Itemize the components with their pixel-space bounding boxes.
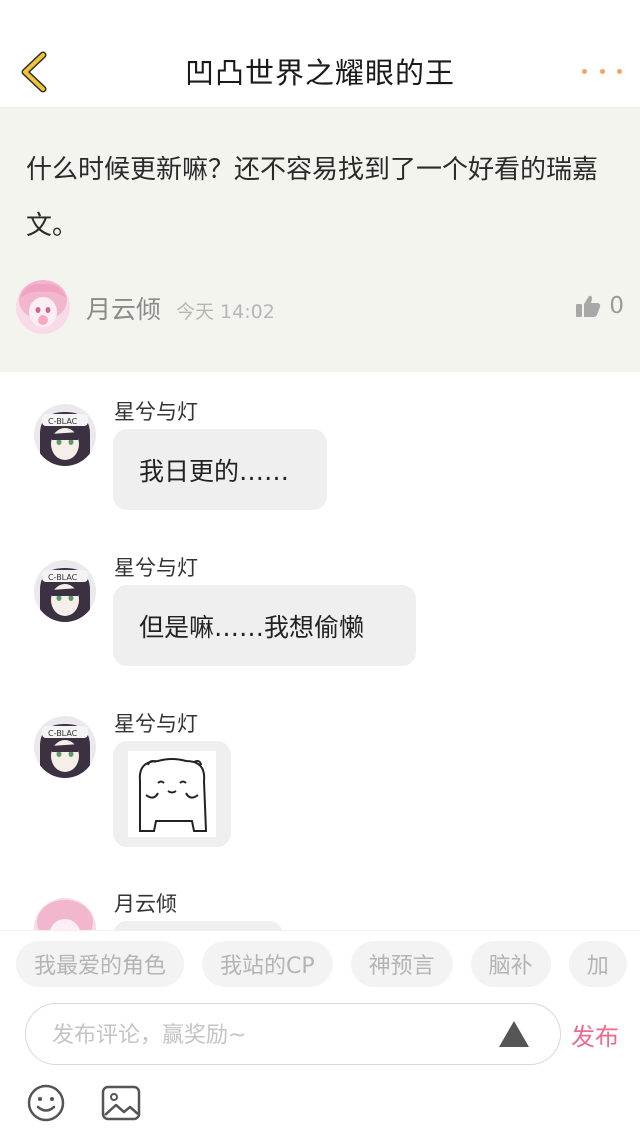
like-button[interactable]: 0: [575, 290, 624, 322]
topic-chip[interactable]: 神预言: [350, 941, 453, 987]
thumbs-up-icon: [576, 295, 601, 317]
avatar[interactable]: C-BLAC: [34, 404, 96, 466]
comment-input-box: [25, 1003, 561, 1065]
comment-input[interactable]: [52, 1018, 492, 1052]
avatar-pink-hair-icon: [16, 280, 70, 334]
comment-author-row: 月云倾 今天 14:02 0: [16, 280, 624, 336]
image-icon[interactable]: [101, 1085, 141, 1121]
message-bubble: 我日更的……: [113, 429, 327, 510]
triangle-send-icon[interactable]: [498, 1020, 530, 1048]
reply-author-name[interactable]: 星兮与灯: [114, 708, 198, 738]
page-title: 凹凸世界之耀眼的王: [184, 56, 455, 90]
reply-author-name[interactable]: 星兮与灯: [114, 396, 198, 426]
more-dots-icon: [582, 68, 587, 74]
sticker-message[interactable]: [113, 741, 231, 847]
top-bar: 凹凸世界之耀眼的王: [0, 0, 640, 108]
like-count: 0: [609, 293, 624, 319]
avatar[interactable]: C-BLAC: [34, 560, 96, 622]
avatar-dark-hair-icon: C-BLAC: [34, 560, 96, 622]
topic-chip[interactable]: 加: [568, 941, 627, 987]
svg-text:C-BLAC: C-BLAC: [48, 573, 78, 582]
publish-button[interactable]: 发布: [571, 1017, 619, 1052]
avatar-dark-hair-icon: C-BLAC: [34, 404, 96, 466]
topic-chip[interactable]: 脑补: [470, 941, 551, 987]
comment-author-name[interactable]: 月云倾: [86, 290, 161, 326]
reply-author-name[interactable]: 星兮与灯: [114, 552, 198, 582]
topic-chip[interactable]: 我最爱的角色: [16, 941, 185, 987]
comment-text: 什么时候更新嘛？还不容易找到了一个好看的瑞嘉文。: [26, 155, 599, 241]
svg-text:C-BLAC: C-BLAC: [48, 417, 78, 426]
reply-author-name[interactable]: 月云倾: [114, 888, 177, 918]
topic-chip[interactable]: 我站的CP: [202, 941, 333, 987]
avatar-dark-hair-icon: C-BLAC: [34, 716, 96, 778]
comment-composer: 我最爱的角色 我站的CP 神预言 脑补 加 发布: [0, 930, 640, 1139]
bear-sticker-icon: [128, 751, 216, 837]
avatar[interactable]: [16, 280, 70, 334]
original-comment: 什么时候更新嘛？还不容易找到了一个好看的瑞嘉文。 月云倾 今天 14:02 0: [0, 108, 640, 372]
topic-chips: 我最爱的角色 我站的CP 神预言 脑补 加: [16, 941, 627, 987]
comment-timestamp: 今天 14:02: [176, 301, 275, 323]
message-bubble: 但是嘛……我想偷懒: [113, 585, 416, 666]
more-button[interactable]: [582, 58, 622, 84]
svg-text:C-BLAC: C-BLAC: [48, 729, 78, 738]
avatar[interactable]: C-BLAC: [34, 716, 96, 778]
emoji-face-icon[interactable]: [26, 1083, 66, 1123]
